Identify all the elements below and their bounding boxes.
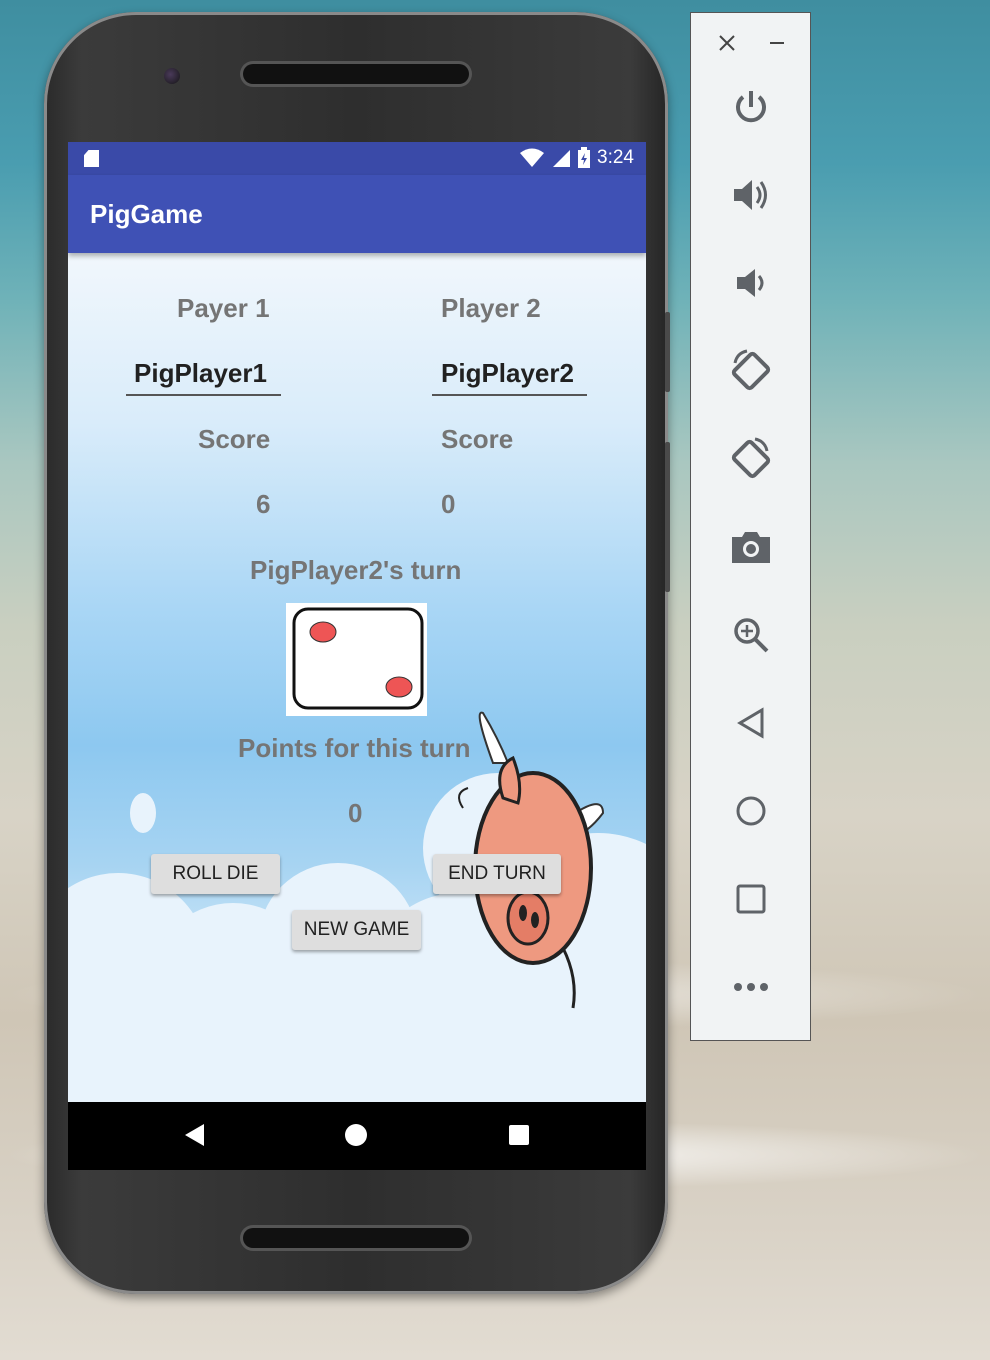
screenshot-button[interactable]: [691, 517, 810, 577]
volume-down-icon: [736, 269, 763, 297]
points-value: 0: [348, 798, 363, 828]
nav-home-icon[interactable]: [344, 1123, 368, 1147]
overview-icon: [736, 884, 765, 914]
player1-name-underline: [126, 394, 281, 396]
nav-back-icon[interactable]: [184, 1123, 206, 1147]
rotate-right-icon: [731, 437, 770, 479]
power-side-button: [665, 312, 670, 392]
back-icon: [736, 707, 763, 739]
volume-down-button[interactable]: [691, 253, 810, 313]
bottom-speaker: [243, 1228, 469, 1248]
device-screen: 3:24 PigGame Payer 1 Player 2 PigPlayer1…: [68, 142, 646, 1170]
player1-score-value: 6: [256, 489, 271, 519]
status-time: 3:24: [597, 147, 634, 168]
rotate-left-icon: [731, 349, 770, 391]
emulator-control-panel: [690, 12, 811, 1041]
wifi-icon: [520, 148, 545, 167]
player2-score-label: Score: [441, 424, 514, 454]
more-icon: [733, 983, 768, 991]
app-bar: PigGame: [68, 175, 646, 253]
zoom-icon: [733, 618, 768, 653]
more-button[interactable]: [691, 957, 810, 1017]
end-turn-button[interactable]: END TURN: [433, 854, 561, 894]
power-button[interactable]: [691, 77, 810, 137]
rotate-left-button[interactable]: [691, 341, 810, 401]
player1-label: Payer 1: [177, 293, 270, 323]
camera-icon: [731, 532, 770, 563]
top-speaker: [243, 64, 469, 84]
player1-score-label: Score: [198, 424, 271, 454]
rotate-right-button[interactable]: [691, 429, 810, 489]
battery-icon: [578, 147, 591, 168]
new-game-button[interactable]: NEW GAME: [292, 910, 421, 950]
overview-button[interactable]: [691, 869, 810, 929]
volume-up-icon: [733, 180, 767, 210]
die-face-two-icon: [292, 607, 424, 710]
zoom-button[interactable]: [691, 605, 810, 665]
game-content: Payer 1 Player 2 PigPlayer1 PigPlayer2 S…: [68, 253, 646, 1102]
die-image[interactable]: [286, 603, 427, 716]
home-button[interactable]: [691, 781, 810, 841]
player2-label: Player 2: [441, 293, 541, 323]
navigation-bar: [68, 1102, 646, 1170]
roll-die-button[interactable]: ROLL DIE: [151, 854, 280, 894]
nav-overview-icon[interactable]: [508, 1124, 530, 1146]
front-camera: [164, 68, 180, 84]
signal-icon: [553, 150, 571, 167]
player1-name-field[interactable]: PigPlayer1: [134, 358, 267, 389]
app-title: PigGame: [90, 199, 203, 229]
home-icon: [736, 796, 765, 826]
minimize-icon[interactable]: [765, 31, 789, 55]
player2-name-underline: [432, 394, 587, 396]
volume-up-button[interactable]: [691, 165, 810, 225]
back-button[interactable]: [691, 693, 810, 753]
turn-status: PigPlayer2's turn: [250, 555, 462, 585]
player2-name-field[interactable]: PigPlayer2: [441, 358, 574, 389]
close-icon[interactable]: [715, 31, 739, 55]
small-cloud: [130, 793, 156, 833]
player2-score-value: 0: [441, 489, 456, 519]
power-icon: [735, 91, 766, 123]
points-label: Points for this turn: [238, 733, 471, 763]
volume-side-button: [665, 442, 670, 592]
sd-card-icon: [84, 150, 99, 167]
status-bar: 3:24: [68, 142, 646, 175]
